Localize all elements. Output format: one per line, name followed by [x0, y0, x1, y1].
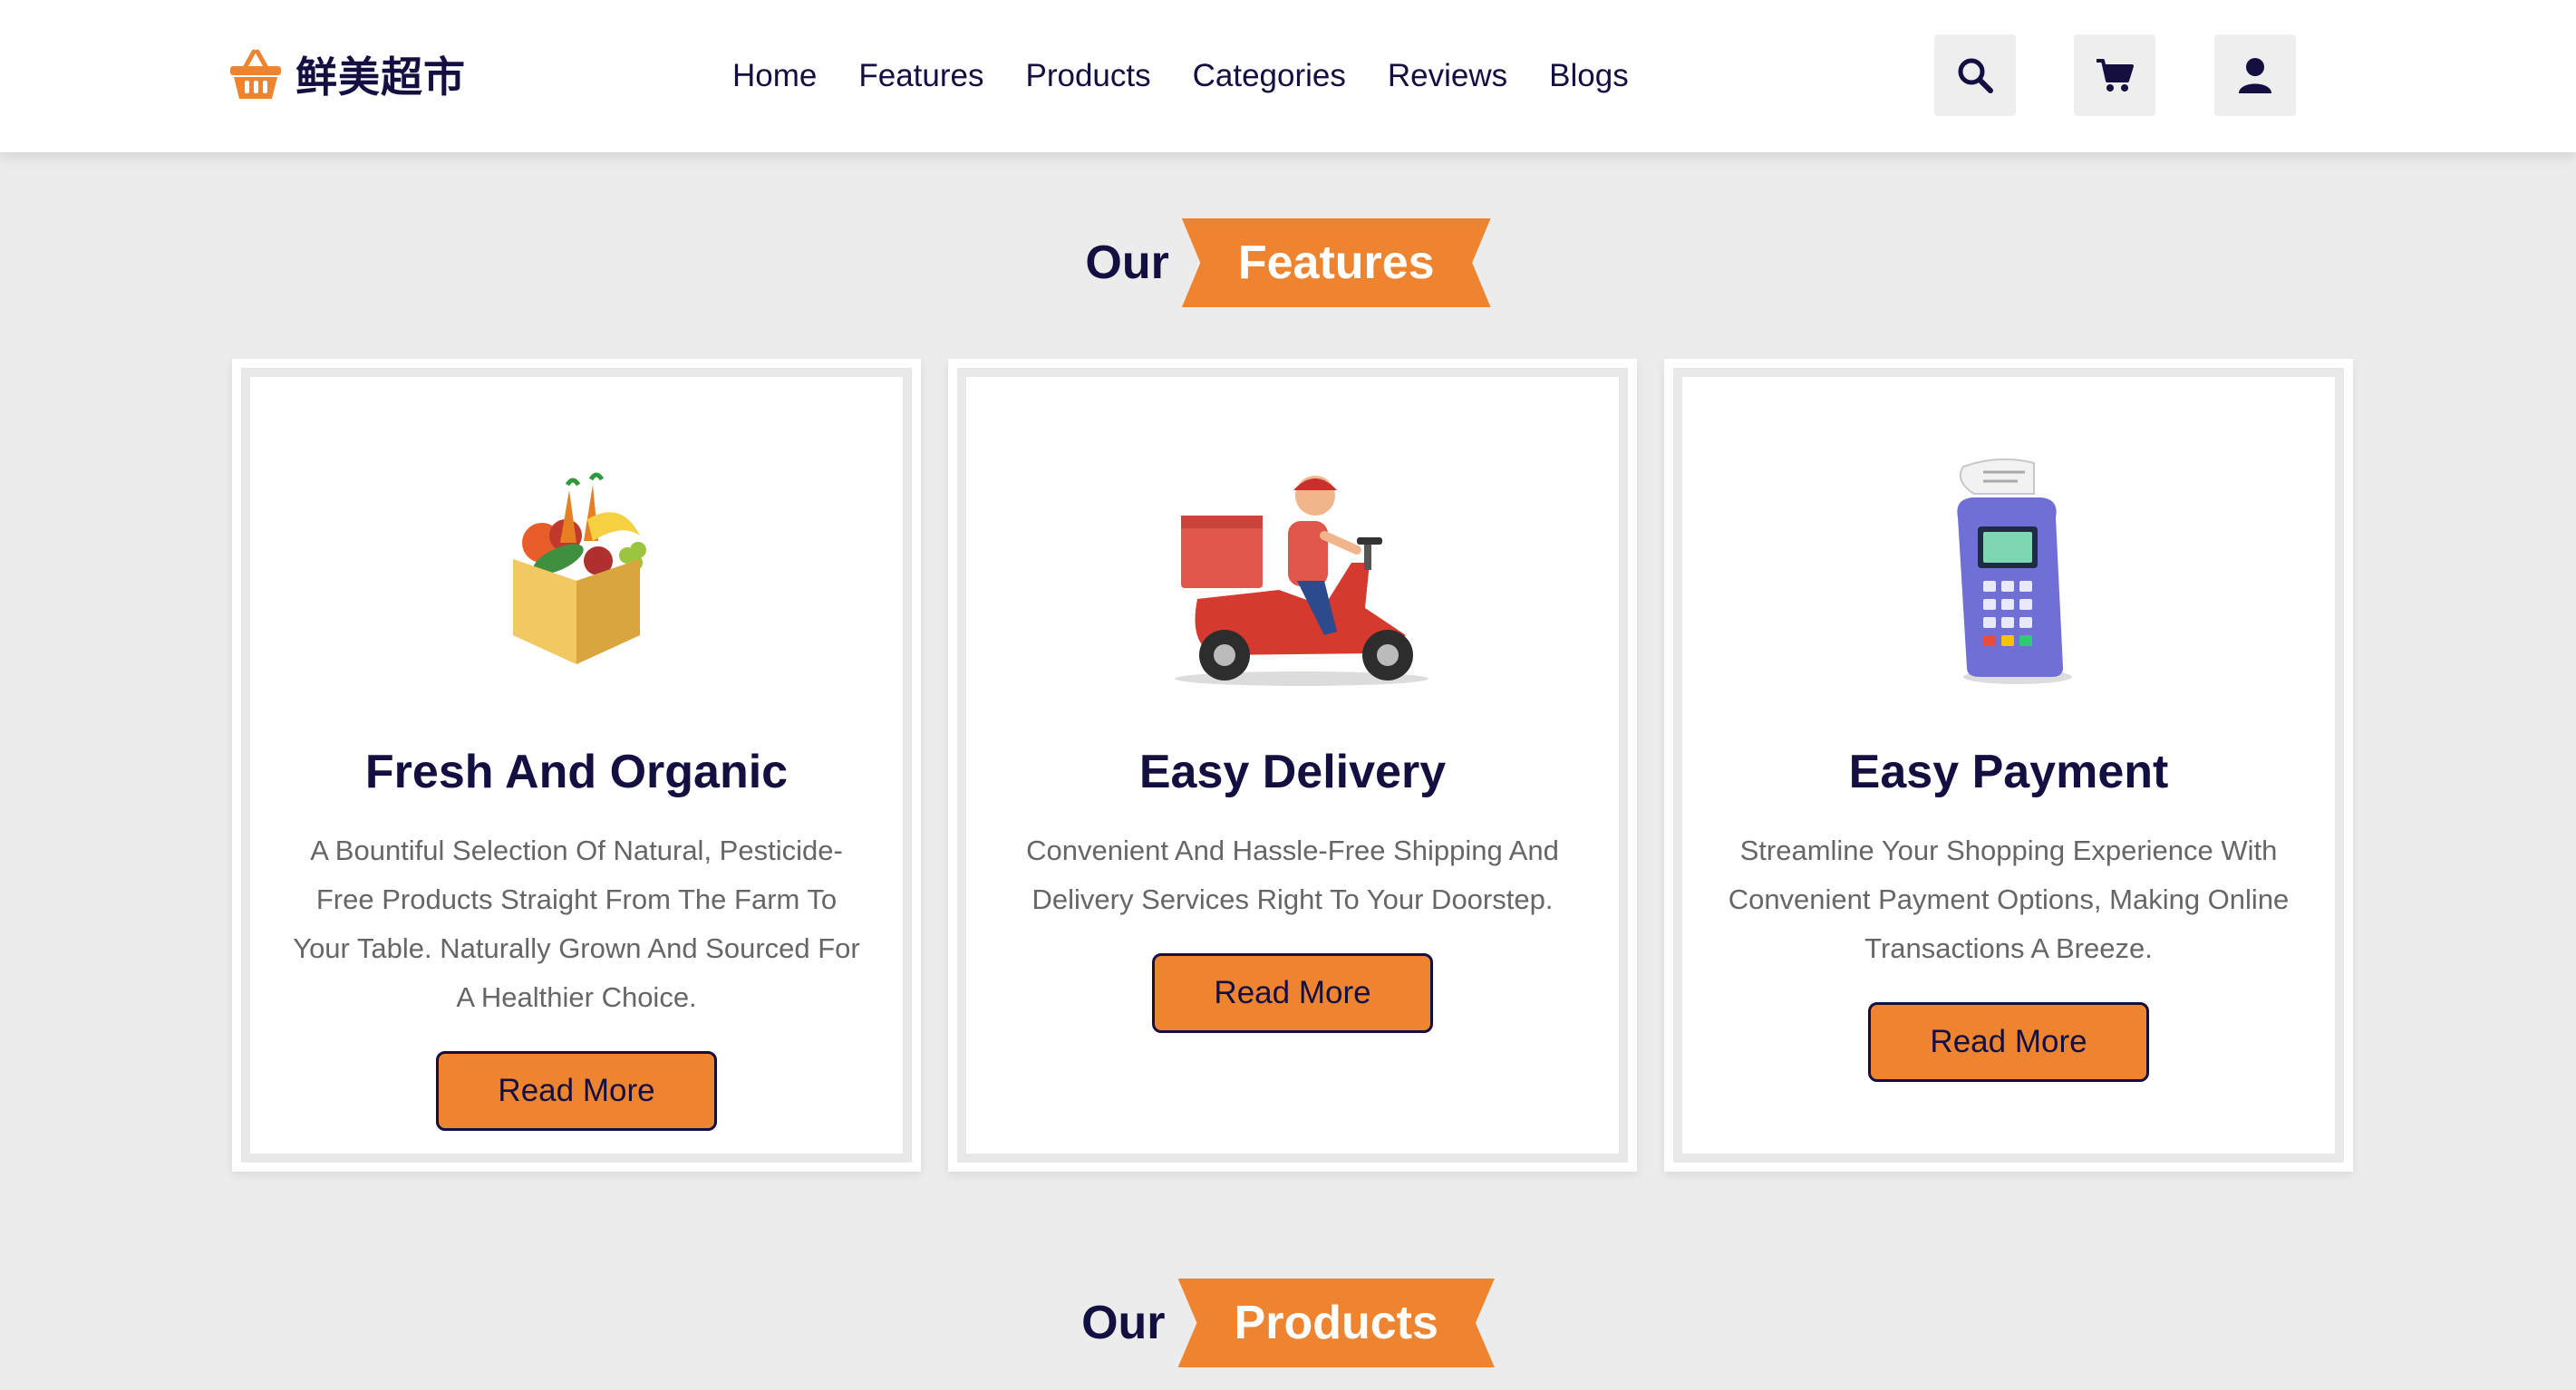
search-icon	[1958, 58, 1993, 93]
search-button[interactable]	[1934, 34, 2016, 116]
grocery-box-image	[422, 449, 731, 694]
read-more-button[interactable]: Read More	[1868, 1002, 2149, 1082]
feature-card-easy-payment: Easy Payment Streamline Your Shopping Ex…	[1664, 359, 2353, 1172]
feature-description: A Bountiful Selection Of Natural, Pestic…	[293, 835, 860, 1013]
main-nav: Home Features Products Categories Review…	[732, 51, 1629, 101]
products-heading-prefix: Our	[1081, 1297, 1166, 1349]
feature-description: Convenient And Hassle-Free Shipping And …	[1026, 835, 1559, 915]
nav-link-categories[interactable]: Categories	[1193, 58, 1346, 94]
features-heading-ribbon: Features	[1181, 218, 1491, 307]
site-header: 鲜美超市 Home Features Products Categories R…	[0, 0, 2576, 152]
nav-link-products[interactable]: Products	[1026, 58, 1151, 94]
features-grid: Fresh And Organic A Bountiful Selection …	[232, 359, 2353, 1172]
feature-card-fresh-organic: Fresh And Organic A Bountiful Selection …	[232, 359, 921, 1172]
nav-link-blogs[interactable]: Blogs	[1549, 58, 1629, 94]
features-heading-prefix: Our	[1085, 236, 1169, 289]
brand-logo[interactable]: 鲜美超市	[228, 45, 466, 103]
features-heading: Our Features	[0, 217, 2576, 308]
payment-terminal-image	[1855, 449, 2163, 694]
feature-card-easy-delivery: Easy Delivery Convenient And Hassle-Free…	[948, 359, 1637, 1172]
nav-link-home[interactable]: Home	[732, 58, 817, 94]
products-heading-ribbon: Products	[1177, 1279, 1495, 1367]
nav-link-features[interactable]: Features	[858, 58, 983, 94]
feature-title: Fresh And Organic	[364, 746, 789, 798]
read-more-button[interactable]: Read More	[1152, 953, 1433, 1033]
feature-title: Easy Delivery	[1138, 746, 1447, 798]
delivery-scooter-image	[1138, 449, 1447, 694]
feature-title: Easy Payment	[1848, 746, 2169, 798]
products-heading: Our Products	[0, 1278, 2576, 1368]
basket-icon	[230, 49, 281, 99]
cart-icon	[2097, 59, 2134, 92]
account-button[interactable]	[2214, 34, 2296, 116]
nav-link-reviews[interactable]: Reviews	[1388, 58, 1507, 94]
cart-button[interactable]	[2074, 34, 2155, 116]
brand-name: 鲜美超市	[295, 53, 466, 101]
read-more-button[interactable]: Read More	[436, 1051, 717, 1131]
user-icon	[2239, 58, 2271, 93]
feature-description: Streamline Your Shopping Experience With…	[1728, 835, 2290, 964]
